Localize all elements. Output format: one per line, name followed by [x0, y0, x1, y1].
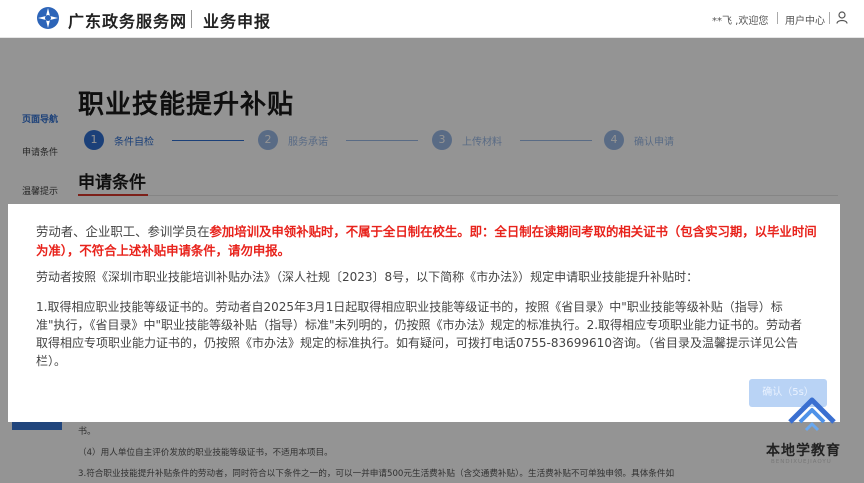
user-icon[interactable] [836, 11, 848, 24]
top-header: 广东政务服务网 业务申报 **飞 ,欢迎您 用户中心 [0, 0, 864, 38]
section-name: 业务申报 [203, 12, 272, 31]
header-divider [191, 10, 192, 28]
watermark-text: 本地学教育 [766, 443, 841, 459]
modal-rules-text: 1.取得相应职业技能等级证书的。劳动者自2025年3月1日起取得相应职业技能等级… [36, 300, 803, 368]
site-name[interactable]: 广东政务服务网 [68, 8, 187, 32]
watermark-logo-icon [788, 397, 836, 432]
modal-warning-prefix: 劳动者、企业职工、参训学员在 [36, 224, 210, 239]
user-center-link[interactable]: 用户中心 [785, 12, 825, 27]
notice-modal: 劳动者、企业职工、参训学员在参加培训及申领补贴时，不属于全日制在校生。即：全日制… [8, 204, 840, 422]
header-divider [777, 12, 778, 24]
user-greeting: **飞 ,欢迎您 [712, 16, 769, 27]
watermark-subtext: BENDIXUEJIAOYU [771, 459, 832, 465]
watermark: 本地学教育 BENDIXUEJIAOYU [760, 388, 864, 483]
guangdong-gov-logo-icon [37, 7, 59, 29]
header-divider [829, 12, 830, 24]
modal-warning-text: 劳动者、企业职工、参训学员在参加培训及申领补贴时，不属于全日制在校生。即：全日制… [36, 222, 826, 260]
modal-intro-text: 劳动者按照《深圳市职业技能培训补贴办法》（深人社规〔2023〕8号，以下简称《市… [36, 270, 699, 284]
